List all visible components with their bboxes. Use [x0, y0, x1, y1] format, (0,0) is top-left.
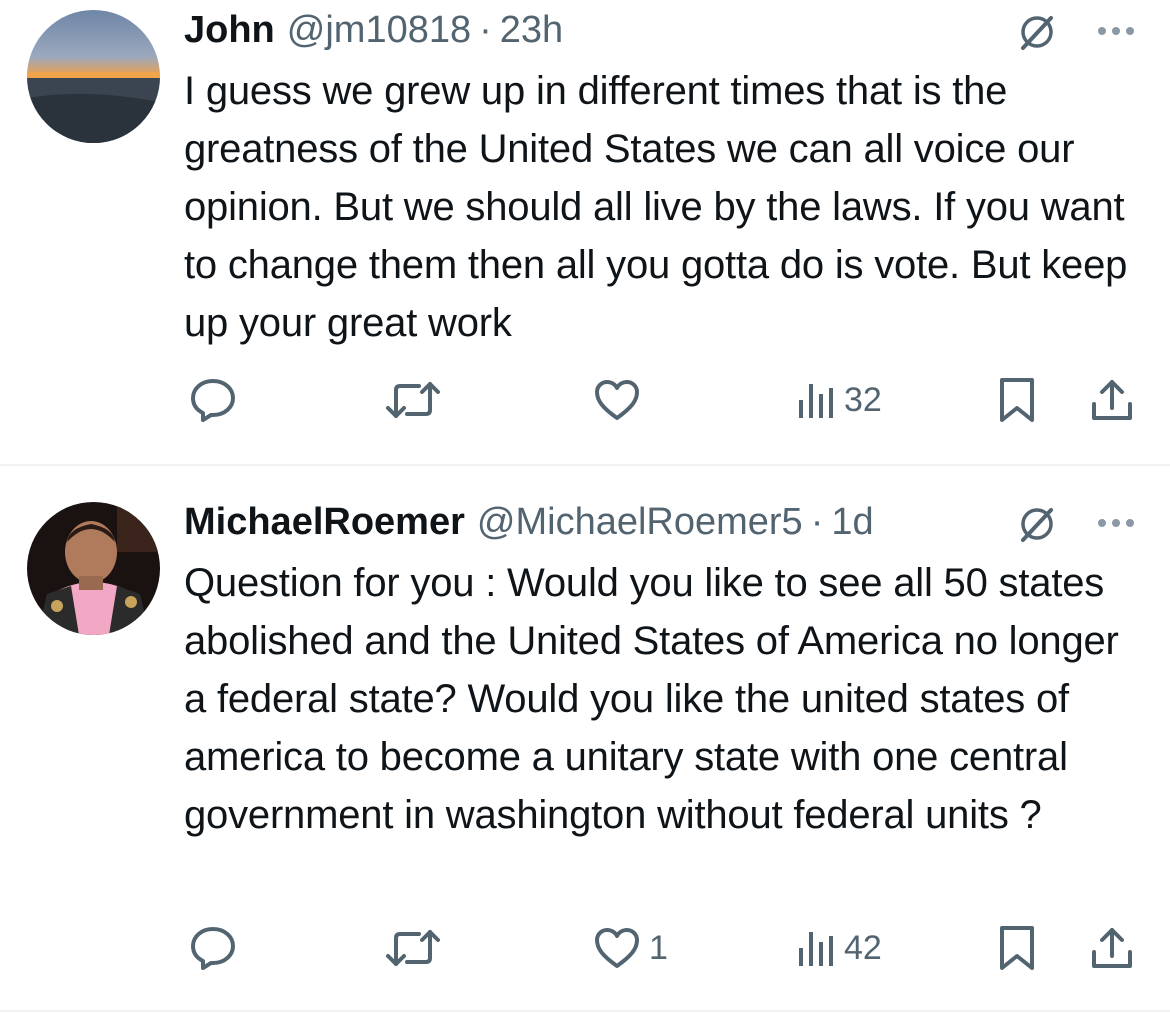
like-count: 1: [649, 928, 668, 967]
views-button[interactable]: 42: [796, 918, 882, 978]
grok-icon[interactable]: [1013, 8, 1061, 56]
tweet[interactable]: MichaelRoemer @MichaelRoemer5 · 1d Quest…: [0, 466, 1170, 1014]
display-name[interactable]: John: [184, 8, 275, 52]
repost-icon: [386, 382, 440, 418]
display-name[interactable]: MichaelRoemer: [184, 500, 465, 544]
more-icon[interactable]: [1092, 508, 1140, 538]
tweet-text: Question for you : Would you like to see…: [184, 561, 1119, 837]
tweet-actions: 32: [0, 370, 1170, 430]
tweet-header: John @jm10818 · 23h: [184, 8, 563, 52]
like-button[interactable]: [593, 370, 649, 430]
user-handle[interactable]: @jm10818: [287, 8, 471, 52]
separator: ·: [810, 501, 824, 543]
tweet-header: MichaelRoemer @MichaelRoemer5 · 1d: [184, 500, 874, 544]
avatar[interactable]: [27, 10, 160, 143]
repost-icon: [386, 930, 440, 966]
views-icon: [799, 384, 833, 418]
separator: ·: [479, 9, 492, 51]
divider: [0, 1010, 1170, 1012]
user-handle[interactable]: @MichaelRoemer5: [477, 500, 803, 544]
grok-icon[interactable]: [1013, 500, 1061, 548]
heart-icon: [595, 380, 639, 420]
more-icon[interactable]: [1092, 16, 1140, 46]
avatar[interactable]: [27, 502, 160, 635]
bookmark-icon: [1000, 378, 1034, 422]
reply-button[interactable]: [188, 370, 238, 430]
views-button[interactable]: 32: [796, 370, 882, 430]
timestamp[interactable]: 1d: [831, 500, 873, 544]
heart-icon: [595, 928, 639, 968]
timestamp[interactable]: 23h: [500, 8, 563, 52]
like-button[interactable]: 1: [593, 918, 668, 978]
view-count: 32: [844, 380, 882, 419]
reply-icon: [191, 927, 235, 970]
views-icon: [799, 932, 833, 966]
share-icon: [1092, 380, 1132, 420]
repost-button[interactable]: [385, 370, 441, 430]
reply-icon: [191, 379, 235, 422]
bookmark-button[interactable]: [996, 370, 1038, 430]
tweet[interactable]: John @jm10818 · 23h I guess we grew up i…: [0, 0, 1170, 466]
share-button[interactable]: [1088, 918, 1136, 978]
bookmark-button[interactable]: [996, 918, 1038, 978]
repost-button[interactable]: [385, 918, 441, 978]
bookmark-icon: [1000, 926, 1034, 970]
share-button[interactable]: [1088, 370, 1136, 430]
reply-button[interactable]: [188, 918, 238, 978]
share-icon: [1092, 928, 1132, 968]
tweet-actions: 1 42: [0, 918, 1170, 978]
view-count: 42: [844, 928, 882, 967]
tweet-text: I guess we grew up in different times th…: [184, 69, 1128, 345]
